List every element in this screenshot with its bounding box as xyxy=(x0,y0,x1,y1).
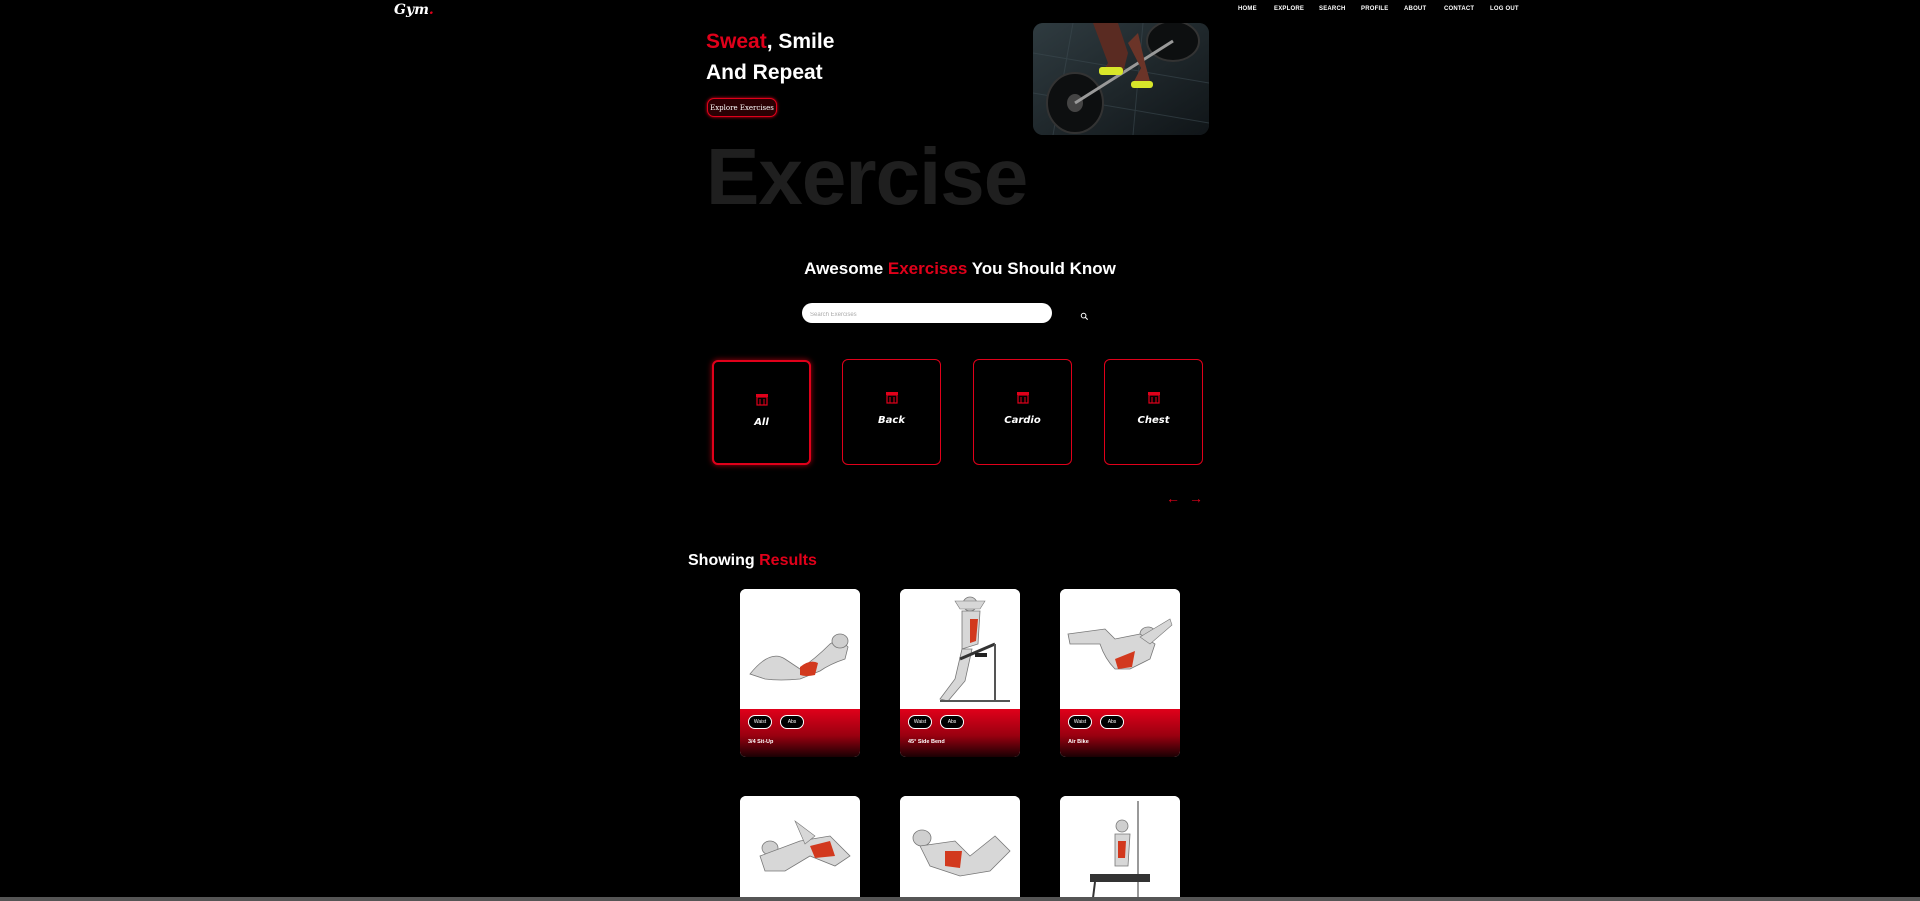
gym-icon xyxy=(1147,392,1160,404)
tag-chip[interactable]: Abs xyxy=(780,715,804,729)
exercise-image xyxy=(740,796,860,901)
air-bike-illustration-icon xyxy=(1067,618,1173,670)
hero-title-red: Sweat xyxy=(706,30,767,53)
category-card-back[interactable]: Back xyxy=(842,359,941,465)
hero-title-line2: And Repeat xyxy=(706,61,823,84)
exercise-image xyxy=(900,589,1020,709)
category-label: Cardio xyxy=(1004,415,1041,426)
exercise-illustration-icon xyxy=(759,820,851,872)
next-arrow-icon[interactable]: → xyxy=(1189,490,1203,506)
explore-exercises-button[interactable]: Explore Exercises xyxy=(707,98,777,117)
gym-icon xyxy=(885,392,898,404)
tag-chip[interactable]: Waist xyxy=(748,715,772,729)
exercise-name: 45° Side Bend xyxy=(908,739,945,745)
section-title-post: You Should Know xyxy=(967,259,1116,278)
section-title-red: Exercises xyxy=(887,259,968,278)
section-title-pre: Awesome xyxy=(804,259,888,278)
exercise-name: 3/4 Sit-Up xyxy=(748,739,774,745)
category-label: All xyxy=(754,417,769,428)
tag-chip[interactable]: Abs xyxy=(1100,715,1124,729)
results-title-pre: Showing xyxy=(688,552,760,569)
results-title-red: Results xyxy=(759,552,817,569)
results-title: Showing Results xyxy=(688,552,817,570)
exercise-name: Air Bike xyxy=(1068,739,1089,745)
exercise-info: Waist Abs Air Bike xyxy=(1060,709,1180,757)
nav-logout[interactable]: LOG OUT xyxy=(1490,6,1519,12)
side-bend-illustration-icon xyxy=(939,596,1010,702)
search-input[interactable] xyxy=(802,305,1048,325)
search-box xyxy=(802,303,1052,325)
tag-chip[interactable]: Waist xyxy=(1068,715,1092,729)
tag-chip[interactable]: Waist xyxy=(908,715,932,729)
section-title: Awesome Exercises You Should Know xyxy=(0,259,1920,279)
gym-icon xyxy=(1016,392,1029,404)
hero-title: Sweat, Smile And Repeat xyxy=(706,26,834,88)
nav-search[interactable]: SEARCH xyxy=(1319,6,1346,12)
nav-explore[interactable]: EXPLORE xyxy=(1274,6,1304,12)
exercise-image xyxy=(1060,796,1180,901)
category-card-cardio[interactable]: Cardio xyxy=(973,359,1072,465)
exercise-info: Waist Abs 45° Side Bend xyxy=(900,709,1020,757)
nav-profile[interactable]: PROFILE xyxy=(1361,6,1388,12)
horizontal-scrollbar[interactable] xyxy=(0,897,1920,901)
situp-illustration-icon xyxy=(749,633,849,681)
top-nav: HOME EXPLORE SEARCH PROFILE ABOUT CONTAC… xyxy=(0,0,1920,16)
exercise-image xyxy=(740,589,860,709)
prev-arrow-icon[interactable]: ← xyxy=(1166,490,1180,506)
exercise-card[interactable] xyxy=(740,796,860,901)
exercise-illustration-icon xyxy=(1090,801,1150,901)
nav-about[interactable]: ABOUT xyxy=(1404,6,1426,12)
hero-image xyxy=(1033,23,1209,135)
exercise-image xyxy=(1060,589,1180,709)
category-label: Back xyxy=(878,415,905,426)
exercise-illustration-icon xyxy=(912,829,1011,877)
exercise-image xyxy=(900,796,1020,901)
exercise-card[interactable]: Waist Abs 45° Side Bend xyxy=(900,589,1020,757)
exercise-card[interactable]: Waist Abs 3/4 Sit-Up xyxy=(740,589,860,757)
category-label: Chest xyxy=(1137,415,1170,426)
gym-icon xyxy=(755,394,768,406)
search-icon[interactable] xyxy=(1080,308,1089,321)
category-card-chest[interactable]: Chest xyxy=(1104,359,1203,465)
exercise-card[interactable] xyxy=(900,796,1020,901)
exercise-info: Waist Abs 3/4 Sit-Up xyxy=(740,709,860,757)
nav-home[interactable]: HOME xyxy=(1238,6,1257,12)
barbell-photo-icon xyxy=(1033,23,1209,135)
category-card-all[interactable]: All xyxy=(712,360,811,465)
nav-contact[interactable]: CONTACT xyxy=(1444,6,1474,12)
exercise-card[interactable] xyxy=(1060,796,1180,901)
background-word: Exercise xyxy=(706,132,1028,221)
tag-chip[interactable]: Abs xyxy=(940,715,964,729)
exercise-card[interactable]: Waist Abs Air Bike xyxy=(1060,589,1180,757)
hero-title-rest: , Smile xyxy=(766,30,835,53)
